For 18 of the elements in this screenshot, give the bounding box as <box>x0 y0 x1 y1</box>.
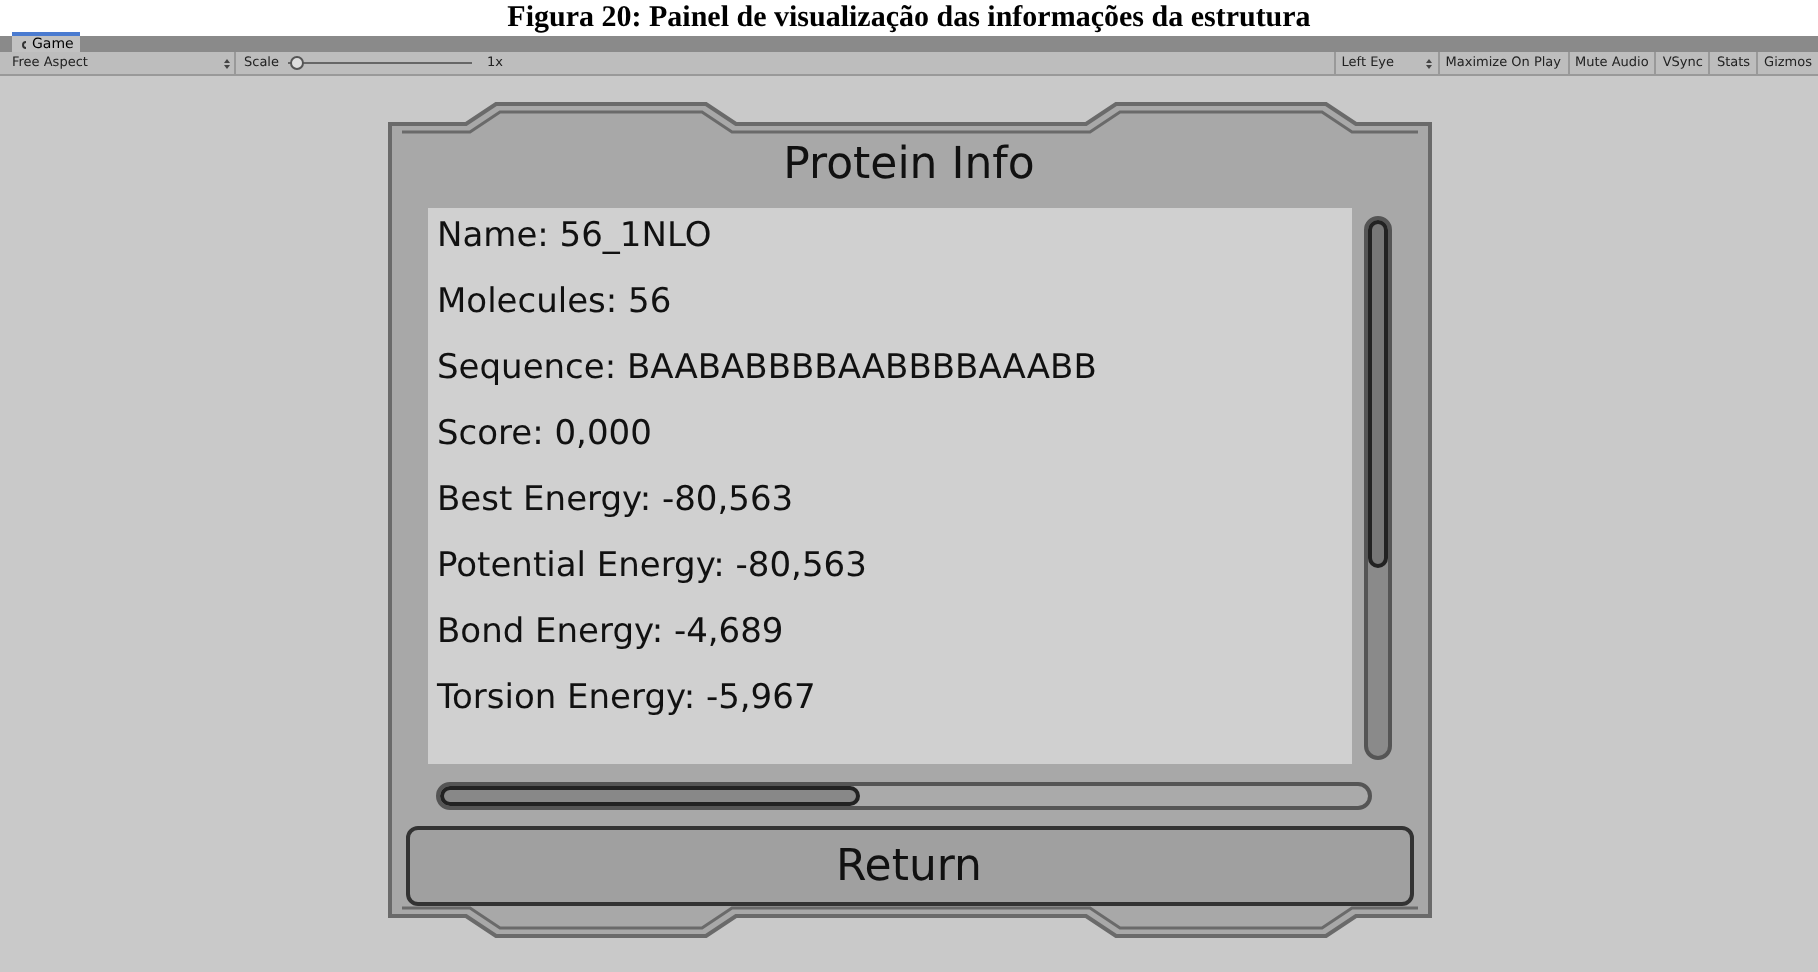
info-line: Potential Energy: -80,563 <box>437 546 869 588</box>
panel-title: Protein Info <box>783 140 1035 192</box>
return-button[interactable]: Return <box>405 826 1413 906</box>
vertical-scrollbar[interactable] <box>1363 216 1391 760</box>
dropdown-arrows-icon <box>1425 57 1432 69</box>
scrollbar-thumb[interactable] <box>439 786 859 806</box>
figure-caption: Figura 20: Painel de visualização das informações da estrutura <box>507 1 1311 35</box>
horizontal-scrollbar[interactable] <box>435 782 1371 810</box>
info-line: Name: 56_1NLO <box>437 216 714 258</box>
info-line: Score: 0,000 <box>437 414 654 456</box>
scrollbar-thumb[interactable] <box>1367 220 1388 568</box>
info-line: Torsion Energy: -5,967 <box>437 678 818 720</box>
slider-thumb[interactable] <box>290 56 305 70</box>
info-line: Bond Energy: -4,689 <box>437 612 786 654</box>
dropdown-arrows-icon <box>224 57 230 69</box>
info-line: Sequence: BAABABBBBAABBBBAAABB <box>437 348 1099 390</box>
info-line: Best Energy: -80,563 <box>437 480 796 522</box>
info-line: Molecules: 56 <box>437 282 674 324</box>
